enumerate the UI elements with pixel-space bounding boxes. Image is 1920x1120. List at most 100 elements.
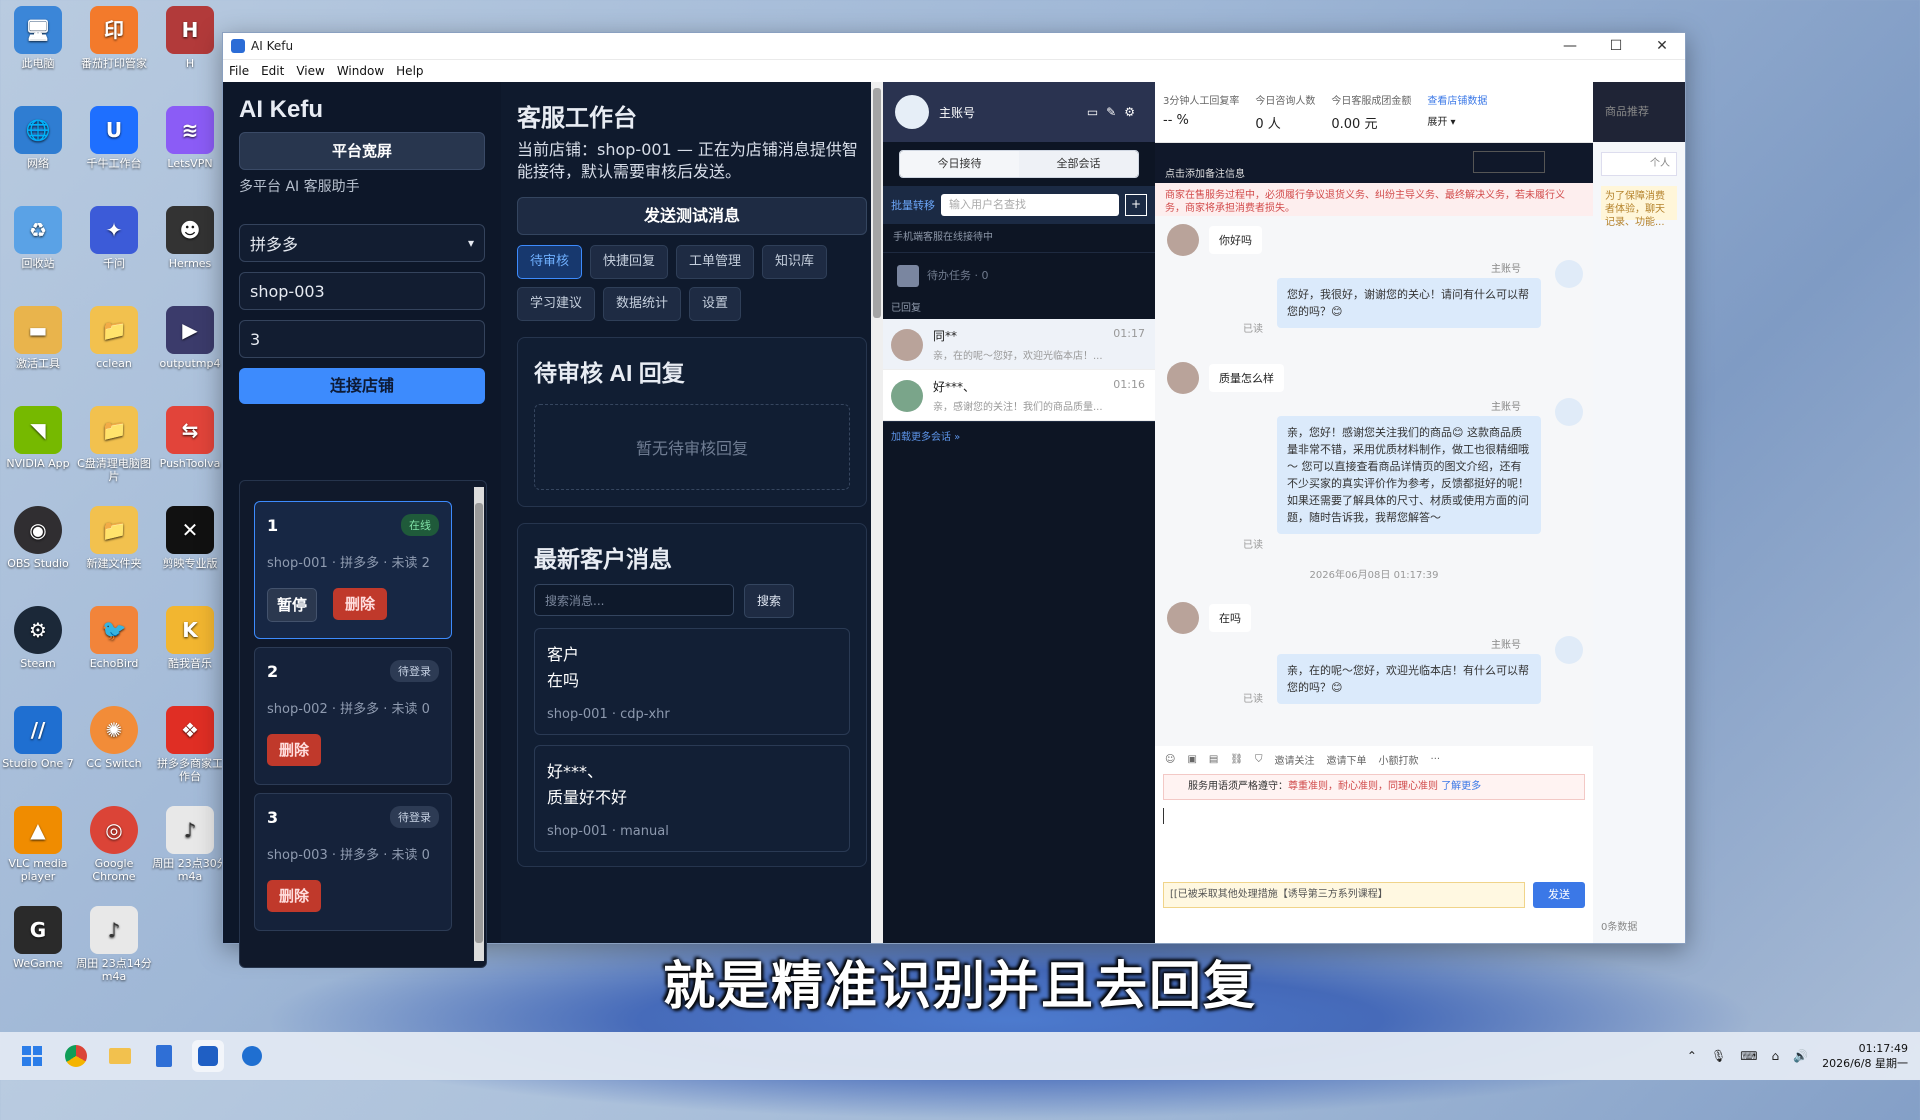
pause-button[interactable]: 暂停	[267, 588, 317, 622]
message-input-caret[interactable]	[1163, 808, 1164, 824]
microphone-icon[interactable]: 🎙	[1711, 1049, 1726, 1063]
count-input[interactable]: 3	[239, 320, 485, 358]
send-button[interactable]: 发送	[1533, 882, 1585, 908]
send-test-button[interactable]: 发送测试消息	[517, 197, 867, 235]
tab-stats[interactable]: 数据统计	[603, 287, 682, 321]
invite-order-button[interactable]: 邀请下单	[1327, 752, 1367, 767]
desktop-icon[interactable]: ❖ 拼多多商家工作台	[152, 706, 228, 783]
desktop-icon[interactable]: HH	[152, 6, 228, 70]
chevron-up-icon[interactable]: ⌃	[1687, 1049, 1697, 1063]
header-tools-icons[interactable]: ▭✎⚙	[1087, 105, 1143, 119]
shield-icon[interactable]: ⛉	[1255, 754, 1263, 765]
more-icon[interactable]: ···	[1431, 754, 1441, 765]
maximize-button[interactable]: ☐	[1593, 33, 1639, 59]
tab-suggestions[interactable]: 学习建议	[517, 287, 596, 321]
desktop-icon[interactable]: ◉ OBS Studio	[0, 506, 76, 570]
wide-screen-button[interactable]: 平台宽屏	[239, 132, 485, 170]
desktop-icon[interactable]: ♪ 周田 23点30分m4a	[152, 806, 228, 883]
conversation-item[interactable]: 好***、 01:16 亲，感谢您的关注！我们的商品质量...	[883, 370, 1155, 421]
desktop-icon[interactable]: 📁 新建文件夹	[76, 506, 152, 570]
tab-today[interactable]: 今日接待	[900, 151, 1019, 177]
desktop-icon[interactable]: ≋ LetsVPN	[152, 106, 228, 170]
tab-all-sessions[interactable]: 全部会话	[1019, 151, 1138, 177]
network-icon[interactable]: ⌂	[1772, 1049, 1780, 1063]
end-session-button[interactable]	[1473, 151, 1545, 173]
search-button[interactable]: 搜索	[744, 584, 795, 618]
image-icon[interactable]: ▣	[1187, 754, 1196, 765]
menu-window[interactable]: Window	[331, 64, 390, 78]
desktop-icon[interactable]: 印番茄打印管家	[76, 6, 152, 70]
delete-button[interactable]: 删除	[333, 588, 387, 620]
emoji-icon[interactable]: ☺	[1165, 754, 1175, 765]
delete-button[interactable]: 删除	[267, 734, 321, 766]
avatar[interactable]	[895, 95, 929, 129]
chrome-taskbar-button[interactable]	[60, 1040, 92, 1072]
desktop-icon[interactable]: ▶ outputmp4	[152, 306, 228, 370]
product-recommend-header[interactable]: 商品推荐	[1593, 82, 1685, 142]
studio-taskbar-button[interactable]	[236, 1040, 268, 1072]
batch-transfer-button[interactable]: 批量转移	[891, 197, 935, 213]
input-method-icon[interactable]: ⌨	[1740, 1049, 1757, 1063]
platform-select[interactable]: 拼多多 ▾	[239, 224, 485, 262]
desktop-icon[interactable]: ⚙ Steam	[0, 606, 76, 670]
load-more-link[interactable]: 加载更多会话 »	[883, 421, 1155, 454]
personal-tab[interactable]: 个人	[1601, 152, 1677, 176]
store-data-link[interactable]: 查看店铺数据	[1427, 96, 1487, 107]
connect-shop-button[interactable]: 连接店铺	[239, 368, 485, 404]
workbench-scrollbar[interactable]	[871, 82, 883, 943]
conversation-item[interactable]: 同** 01:17 亲，在的呢～您好，欢迎光临本店！...	[883, 319, 1155, 370]
message-search-input[interactable]: 搜索消息...	[534, 584, 734, 616]
shop-id-input[interactable]: shop-003	[239, 272, 485, 310]
volume-icon[interactable]: 🔊	[1793, 1049, 1808, 1063]
desktop-icon[interactable]: U 千牛工作台	[76, 106, 152, 170]
clock[interactable]: 01:17:49 2026/6/8 星期一	[1822, 1041, 1908, 1071]
desktop-icon[interactable]: //Studio One 7	[0, 706, 76, 770]
menu-help[interactable]: Help	[390, 64, 429, 78]
menu-view[interactable]: View	[290, 64, 330, 78]
message-item[interactable]: 客户 在吗 shop-001 · cdp-xhr	[534, 628, 850, 735]
minimize-button[interactable]: —	[1547, 33, 1593, 59]
desktop-icon[interactable]: 📁 cclean	[76, 306, 152, 370]
suggestion-bar[interactable]: [[已被采取其他处理措施【诱导第三方系列课程】	[1163, 882, 1525, 908]
shop-card[interactable]: 1 在线 shop-001 · 拼多多 · 未读 2 暂停 删除	[254, 501, 452, 639]
link-icon[interactable]: ⛓	[1230, 754, 1243, 765]
delete-button[interactable]: 删除	[267, 880, 321, 912]
notepad-taskbar-button[interactable]	[148, 1040, 180, 1072]
invite-follow-button[interactable]: 邀请关注	[1275, 752, 1315, 767]
ai-kefu-taskbar-button[interactable]	[192, 1040, 224, 1072]
close-button[interactable]: ✕	[1639, 33, 1685, 59]
desktop-icon[interactable]: 🌐 网络	[0, 106, 76, 170]
desktop-icon[interactable]: ✕ 剪映专业版	[152, 506, 228, 570]
add-icon[interactable]: +	[1125, 194, 1147, 216]
start-button[interactable]	[16, 1040, 48, 1072]
desktop-icon[interactable]: K 酷我音乐	[152, 606, 228, 670]
small-payment-button[interactable]: 小额打款	[1379, 752, 1419, 767]
desktop-icon[interactable]: ✺ CC Switch	[76, 706, 152, 770]
desktop-icon[interactable]: ♻ 回收站	[0, 206, 76, 270]
add-note-link[interactable]: 点击添加备注信息	[1165, 165, 1245, 180]
desktop-icon[interactable]: ☻ Hermes	[152, 206, 228, 270]
desktop-icon[interactable]: 📁 C盘清理电脑图片	[76, 406, 152, 483]
shop-card[interactable]: 3 待登录 shop-003 · 拼多多 · 未读 0 删除	[254, 793, 452, 931]
user-search-input[interactable]: 输入用户名查找	[941, 194, 1119, 216]
tab-settings[interactable]: 设置	[689, 287, 742, 321]
tab-tickets[interactable]: 工单管理	[676, 245, 755, 279]
tab-pending[interactable]: 待审核	[517, 245, 583, 279]
tab-quick-reply[interactable]: 快捷回复	[590, 245, 669, 279]
explorer-taskbar-button[interactable]	[104, 1040, 136, 1072]
desktop-icon[interactable]: ◥ NVIDIA App	[0, 406, 76, 470]
workbench-scrollbar-thumb[interactable]	[873, 88, 881, 318]
desktop-icon[interactable]: ▲ VLC media player	[0, 806, 76, 883]
desktop-icon[interactable]: 🐦 EchoBird	[76, 606, 152, 670]
desktop-icon[interactable]: 🖥 此电脑	[0, 6, 76, 70]
menu-file[interactable]: File	[223, 64, 255, 78]
shop-card[interactable]: 2 待登录 shop-002 · 拼多多 · 未读 0 删除	[254, 647, 452, 785]
desktop-icon[interactable]: ⇆ PushToolva	[152, 406, 228, 470]
desktop-icon[interactable]: ▬ 激活工具	[0, 306, 76, 370]
tab-knowledge[interactable]: 知识库	[762, 245, 828, 279]
desktop-icon[interactable]: ✦ 千问	[76, 206, 152, 270]
folder-icon[interactable]: ▤	[1209, 754, 1218, 765]
expand-toggle[interactable]: 展开 ▾	[1427, 113, 1487, 128]
message-item[interactable]: 好***、 质量好不好 shop-001 · manual	[534, 745, 850, 852]
learn-more-link[interactable]: 了解更多	[1441, 781, 1481, 792]
